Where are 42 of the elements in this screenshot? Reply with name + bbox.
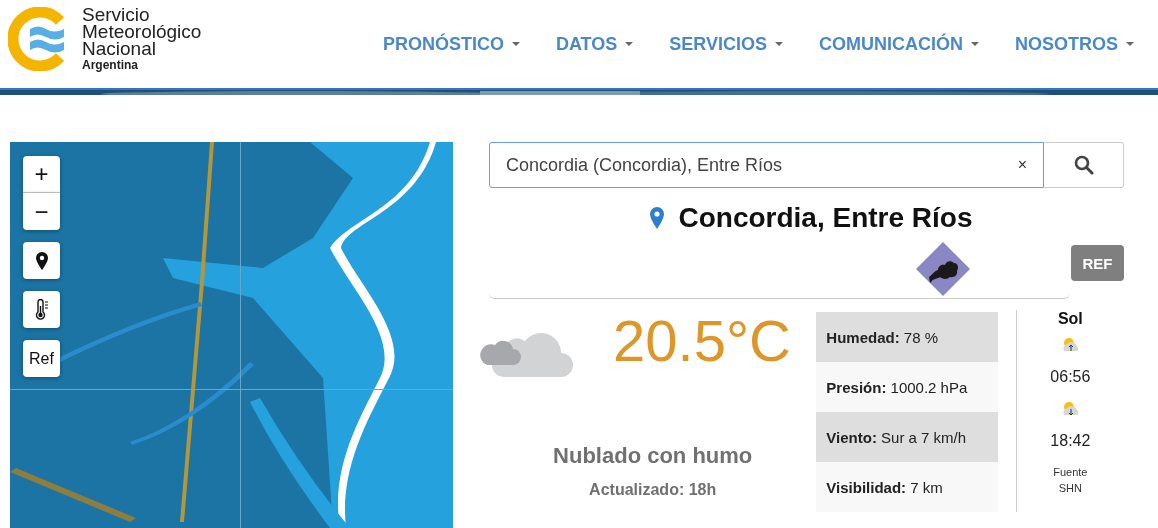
reference-button[interactable]: Ref <box>23 340 60 377</box>
caret-icon <box>971 42 979 46</box>
weather-description: Nublado con humo <box>553 443 753 469</box>
smoke-warning-icon <box>916 242 970 296</box>
updated-time: Actualizado: 18h <box>589 481 717 499</box>
ref-button[interactable]: REF <box>1071 245 1124 281</box>
search-button[interactable] <box>1044 142 1124 188</box>
sunset-time: 18:42 <box>1050 432 1091 450</box>
temperature-reading: 20.5°C <box>613 312 791 370</box>
logo-title: Meteorológico <box>82 22 202 40</box>
location-title: Concordia, Entre Ríos <box>678 202 973 234</box>
sunrise-time: 06:56 <box>1050 368 1091 386</box>
stat-text: Humedad: 78 % <box>826 328 939 346</box>
nav-link[interactable]: NOSOTROS <box>1015 33 1134 55</box>
logo-title: Servicio <box>82 5 151 23</box>
nav-link[interactable]: SERVICIOS <box>669 33 783 55</box>
logo-subtitle: Argentina <box>82 56 139 73</box>
clear-button[interactable]: × <box>1011 156 1033 174</box>
thermometer-icon <box>34 298 49 321</box>
location-pin-icon <box>650 207 665 229</box>
caret-icon <box>511 42 520 46</box>
nav-link[interactable]: PRONÓSTICO <box>382 33 520 55</box>
caret-icon <box>625 42 634 46</box>
temperature-layer-button[interactable] <box>23 291 60 328</box>
caret-icon <box>775 42 783 46</box>
stat-text: Viento: Sur a 7 km/h <box>826 428 967 446</box>
nav-link[interactable]: COMUNICACIÓN <box>819 33 979 55</box>
search-icon <box>1073 155 1094 175</box>
zoom-out-button[interactable]: − <box>23 193 60 230</box>
source-note: Fuente SHN <box>1052 465 1089 496</box>
location-button[interactable] <box>23 242 60 279</box>
search-field[interactable]: Concordia (Concordia), Entre Ríos × <box>489 142 1044 188</box>
logo-title: Nacional <box>82 39 156 57</box>
stat-text: Presión: 1000.2 hPa <box>826 378 968 396</box>
sunset-icon <box>1061 400 1080 418</box>
stat-text: Visibilidad: 7 km <box>826 478 943 496</box>
caret-icon <box>1126 42 1134 46</box>
nav-link[interactable]: DATOS <box>555 33 634 55</box>
map-pin-icon <box>35 251 48 270</box>
sun-title: Sol <box>1057 310 1083 328</box>
zoom-in-button[interactable]: + <box>23 156 60 193</box>
sunrise-icon <box>1061 336 1080 354</box>
